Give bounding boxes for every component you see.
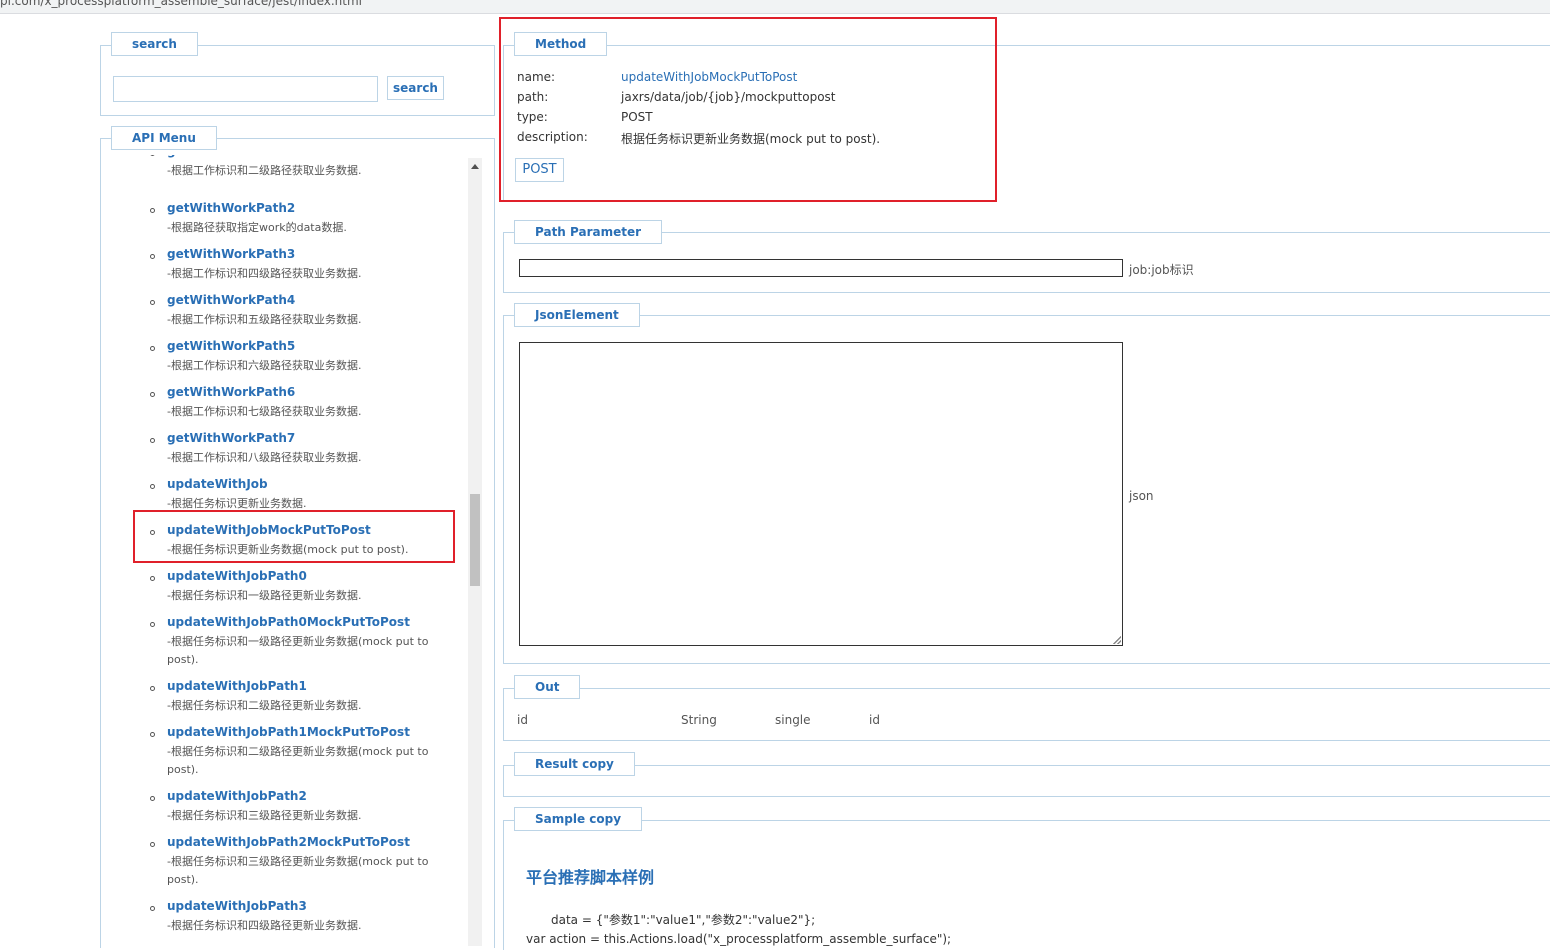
result-legend[interactable]: Result copy <box>514 752 635 776</box>
api-menu-item-name[interactable]: getWithWorkPath5 <box>167 339 295 353</box>
highlight-menu-item <box>133 510 455 563</box>
list-bullet-icon <box>150 622 155 627</box>
result-panel <box>503 765 1550 797</box>
api-menu-item-description: -根据工作标识和五级路径获取业务数据. <box>167 313 362 326</box>
path-parameter-legend: Path Parameter <box>514 220 663 244</box>
job-input[interactable] <box>519 259 1123 277</box>
search-legend: search <box>111 32 198 56</box>
api-menu-item-description: -根据任务标识和二级路径更新业务数据(mock put to post). <box>167 745 429 776</box>
json-element-legend: JsonElement <box>514 303 640 327</box>
api-menu-item-description: -根据工作标识和八级路径获取业务数据. <box>167 451 362 464</box>
api-menu-item-description: -根据工作标识和二级路径获取业务数据. <box>167 164 362 177</box>
api-menu-item-description: -根据任务标识和一级路径更新业务数据. <box>167 589 362 602</box>
api-menu-item-name[interactable]: getWithWorkPath1 <box>167 155 295 158</box>
out-field-description: id <box>869 713 880 727</box>
out-panel <box>503 688 1550 741</box>
api-menu-scrollbar[interactable] <box>468 158 482 946</box>
sample-legend[interactable]: Sample copy <box>514 807 643 831</box>
list-bullet-icon <box>150 254 155 259</box>
list-bullet-icon <box>150 796 155 801</box>
address-bar[interactable]: pi.com/x_processplatform_assemble_surfac… <box>0 0 1550 14</box>
api-menu-item-name[interactable]: updateWithJobPath2 <box>167 789 307 803</box>
api-menu-item-description: -根据工作标识和六级路径获取业务数据. <box>167 359 362 372</box>
sample-panel <box>503 820 1550 950</box>
api-menu-legend: API Menu <box>111 126 217 150</box>
out-field-cardinality: single <box>775 713 811 727</box>
api-menu-item-description: -根据任务标识和二级路径更新业务数据. <box>167 699 362 712</box>
list-bullet-icon <box>150 732 155 737</box>
api-menu-item-name[interactable]: updateWithJobPath1MockPutToPost <box>167 725 410 739</box>
api-menu-item-name[interactable]: getWithWorkPath2 <box>167 201 295 215</box>
api-menu-item-name[interactable]: getWithWorkPath6 <box>167 385 295 399</box>
scroll-up-arrow-icon[interactable] <box>471 164 479 169</box>
list-bullet-icon <box>150 208 155 213</box>
out-field-name: id <box>517 713 528 727</box>
list-bullet-icon <box>150 155 155 156</box>
job-input-hint: job:job标识 <box>1129 263 1194 277</box>
api-menu-item-description: -根据任务标识和三级路径更新业务数据. <box>167 809 362 822</box>
api-menu-item-description: -根据路径获取指定work的data数据. <box>167 221 347 234</box>
api-menu-item-name[interactable]: updateWithJobPath3 <box>167 899 307 913</box>
out-field-type: String <box>681 713 717 727</box>
api-menu-item-name[interactable]: updateWithJobPath1 <box>167 679 307 693</box>
out-legend: Out <box>514 675 581 699</box>
api-menu-item-description: -根据工作标识和七级路径获取业务数据. <box>167 405 362 418</box>
list-bullet-icon <box>150 906 155 911</box>
list-bullet-icon <box>150 576 155 581</box>
api-menu-item-description: -根据工作标识和四级路径获取业务数据. <box>167 267 362 280</box>
api-menu-item-name[interactable]: updateWithJobPath0 <box>167 569 307 583</box>
list-bullet-icon <box>150 300 155 305</box>
list-bullet-icon <box>150 842 155 847</box>
api-menu-item-name[interactable]: updateWithJobPath0MockPutToPost <box>167 615 410 629</box>
list-bullet-icon <box>150 686 155 691</box>
api-menu-item-name[interactable]: updateWithJob <box>167 477 268 491</box>
sample-code-line-1: data = {"参数1":"value1","参数2":"value2"}; <box>551 913 816 927</box>
api-menu-item-name[interactable]: getWithWorkPath4 <box>167 293 295 307</box>
search-input[interactable] <box>113 76 378 102</box>
sample-code-line-2: var action = this.Actions.load("x_proces… <box>526 932 952 946</box>
address-bar-url: pi.com/x_processplatform_assemble_surfac… <box>0 0 362 8</box>
list-bullet-icon <box>150 484 155 489</box>
api-menu-item-description: -根据任务标识和四级路径更新业务数据. <box>167 919 362 932</box>
api-menu-item-name[interactable]: getWithWorkPath7 <box>167 431 295 445</box>
resize-handle-icon[interactable] <box>1113 636 1121 644</box>
api-menu-item-name[interactable]: updateWithJobPath2MockPutToPost <box>167 835 410 849</box>
json-hint: json <box>1129 489 1154 503</box>
list-bullet-icon <box>150 346 155 351</box>
api-menu-item-description: -根据任务标识和一级路径更新业务数据(mock put to post). <box>167 635 429 666</box>
sample-title: 平台推荐脚本样例 <box>526 868 655 887</box>
json-textarea[interactable] <box>519 342 1123 646</box>
api-menu-item-description: -根据任务标识和三级路径更新业务数据(mock put to post). <box>167 855 429 886</box>
scrollbar-thumb[interactable] <box>470 494 480 586</box>
highlight-method-panel <box>499 17 997 202</box>
list-bullet-icon <box>150 392 155 397</box>
search-button[interactable]: search <box>387 76 444 100</box>
api-menu-item-name[interactable]: getWithWorkPath3 <box>167 247 295 261</box>
list-bullet-icon <box>150 438 155 443</box>
